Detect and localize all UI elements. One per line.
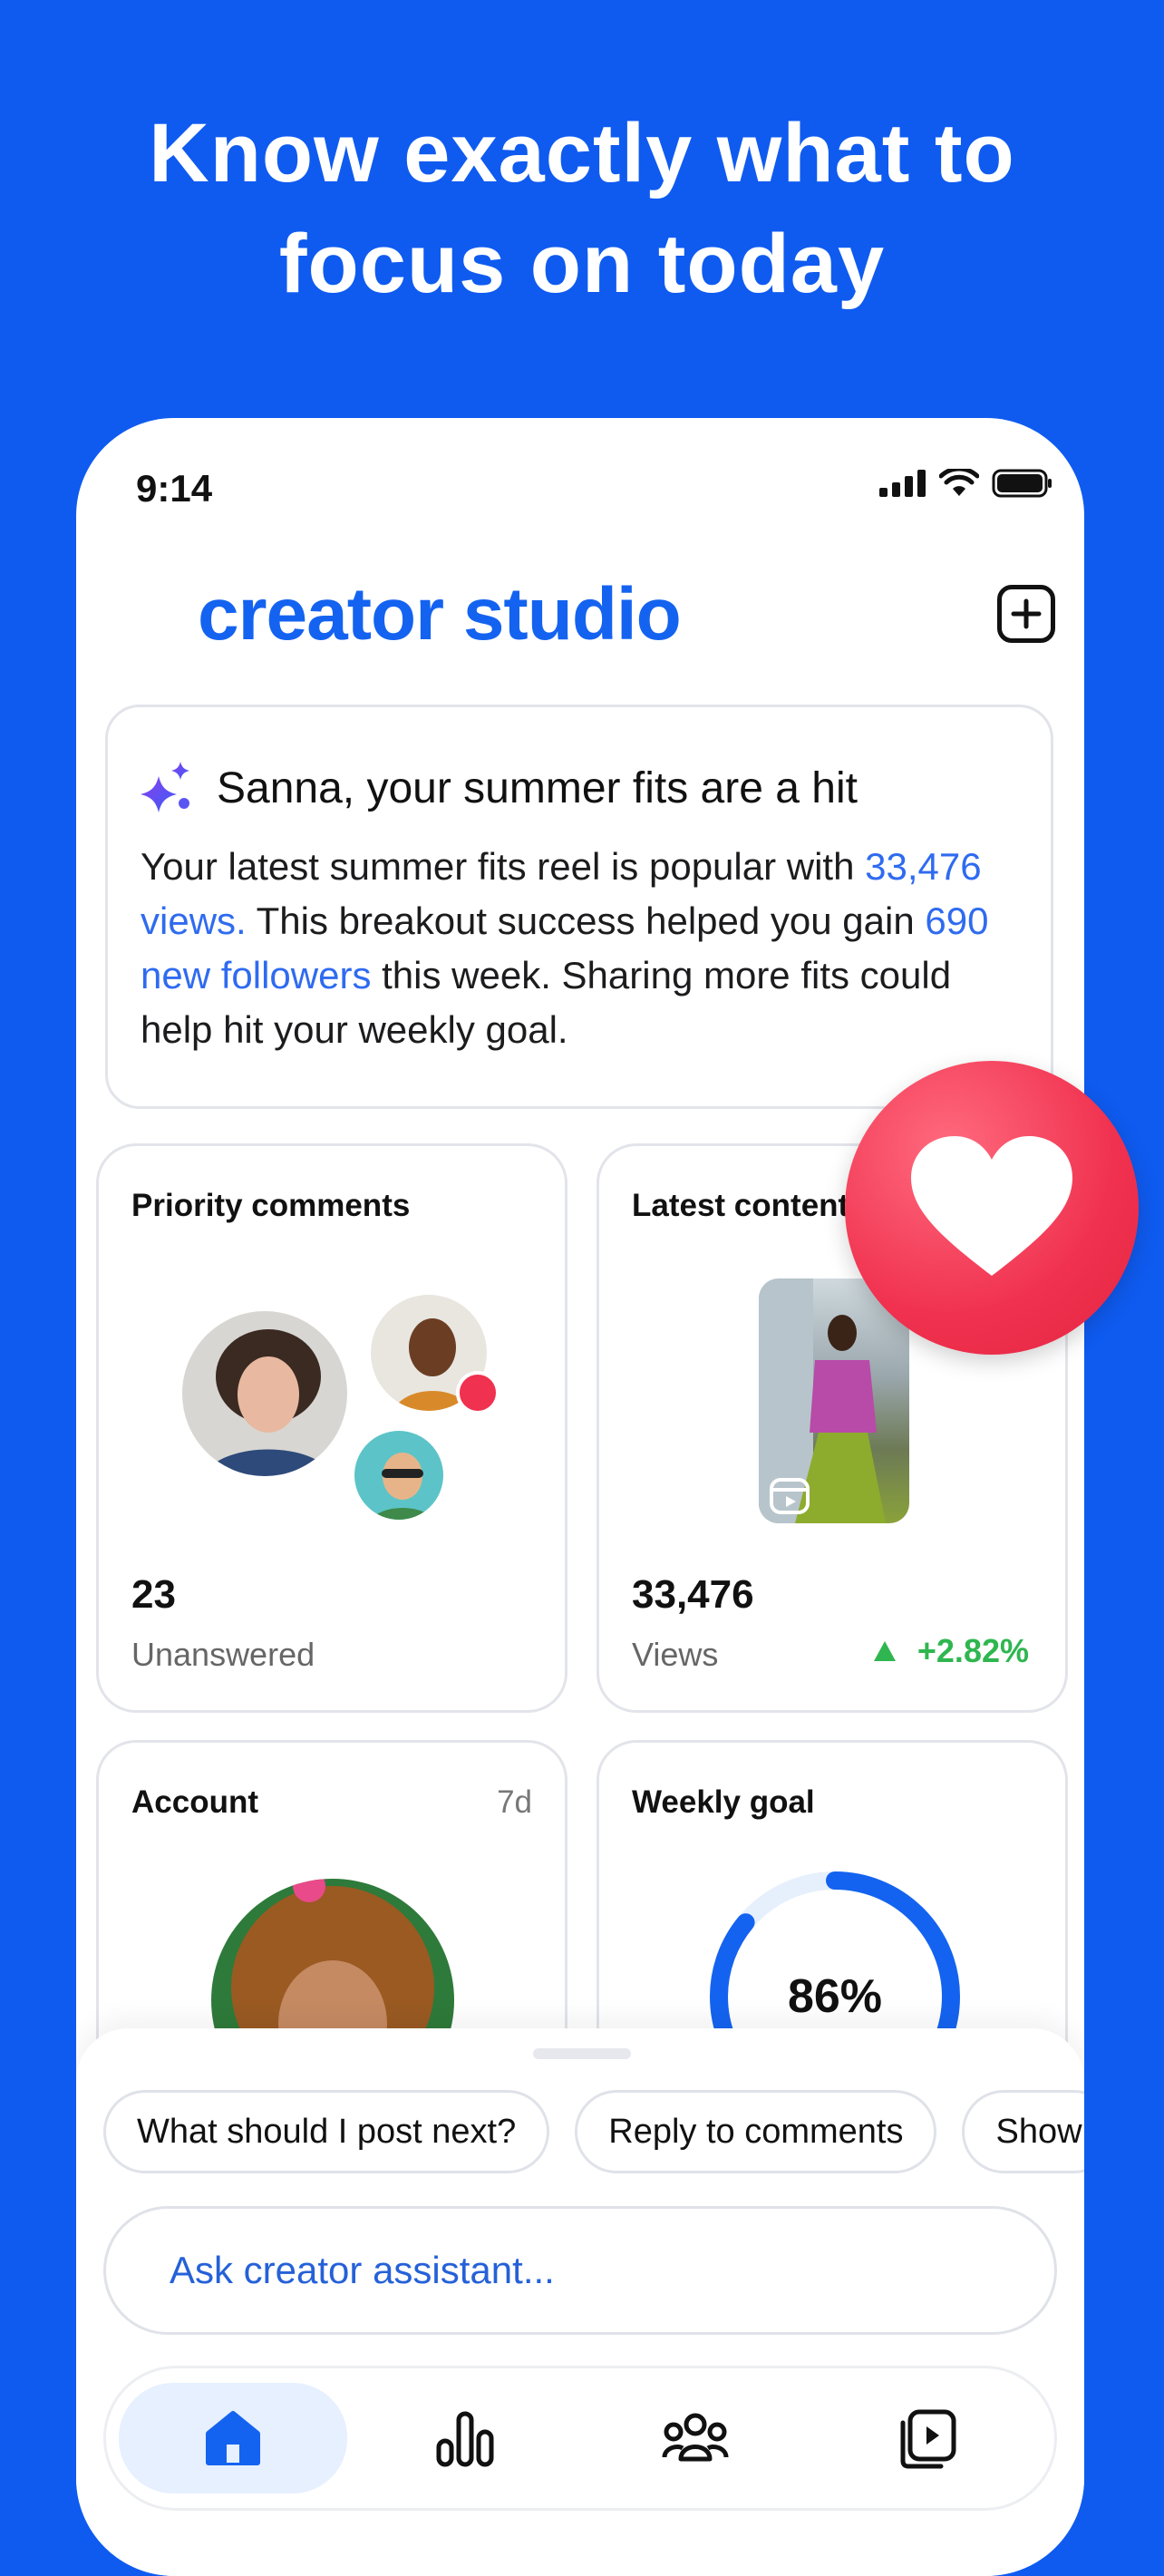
priority-comments-card[interactable]: Priority comments 23 Unanswered — [96, 1143, 567, 1713]
views-count: 33,476 — [632, 1572, 754, 1617]
people-icon — [662, 2413, 729, 2462]
suggestion-chip[interactable]: What should I post next? — [103, 2090, 550, 2173]
tab-insights[interactable] — [351, 2383, 579, 2493]
avatar — [351, 1427, 447, 1523]
insight-card[interactable]: Sanna, your summer fits are a hit Your l… — [105, 705, 1053, 1109]
marketing-headline: Know exactly what to focus on today — [0, 98, 1164, 319]
weekly-goal-percent: 86% — [787, 1970, 883, 2023]
app-title: creator studio — [198, 573, 682, 656]
battery-icon — [992, 469, 1052, 498]
card-title: Weekly goal — [632, 1784, 815, 1820]
status-time: 9:14 — [136, 467, 213, 510]
triangle-up-icon — [873, 1641, 896, 1661]
card-title: Priority comments — [131, 1188, 411, 1223]
reel-icon — [770, 1478, 810, 1514]
assistant-input[interactable]: Ask creator assistant... — [103, 2206, 1057, 2335]
home-icon — [206, 2411, 260, 2465]
views-delta: +2.82% — [872, 1632, 1029, 1670]
headline-line-2: focus on today — [278, 218, 886, 310]
unanswered-label: Unanswered — [131, 1636, 315, 1673]
wifi-icon — [939, 469, 979, 496]
views-label: Views — [632, 1636, 719, 1673]
suggestion-chips: What should I post next? Reply to commen… — [103, 2090, 1084, 2173]
sheet-handle[interactable] — [533, 2048, 631, 2059]
insight-text-2: This breakout success helped you gain — [246, 899, 926, 942]
video-library-icon — [900, 2409, 956, 2469]
avatar — [179, 1307, 351, 1480]
heart-badge-icon — [456, 1371, 500, 1414]
card-title: Account — [131, 1784, 258, 1820]
tab-content[interactable] — [813, 2383, 1042, 2493]
headline-line-1: Know exactly what to — [149, 107, 1015, 199]
status-bar: 9:14 — [76, 418, 1084, 554]
delta-value: +2.82% — [917, 1632, 1029, 1669]
heart-reaction-bubble — [845, 1061, 1139, 1355]
sparkle-icon — [141, 762, 189, 812]
reel-thumbnail[interactable] — [759, 1278, 909, 1523]
bar-chart-icon — [436, 2411, 494, 2467]
insight-body: Your latest summer fits reel is popular … — [141, 840, 1029, 1057]
suggestion-chip[interactable]: Reply to comments — [575, 2090, 937, 2173]
card-title: Latest content — [632, 1188, 849, 1223]
phone-screen: 9:14 creator studio Sanna, your summer f… — [76, 418, 1084, 2576]
plus-square-icon[interactable] — [997, 585, 1055, 643]
suggestion-chip[interactable]: Show — [962, 2090, 1084, 2173]
tab-bar — [103, 2366, 1057, 2511]
insight-title: Sanna, your summer fits are a hit — [217, 763, 858, 812]
heart-icon — [911, 1136, 1072, 1276]
tab-home[interactable] — [119, 2383, 347, 2493]
insight-text-1: Your latest summer fits reel is popular … — [141, 845, 866, 888]
period-label: 7d — [497, 1784, 532, 1820]
tab-community[interactable] — [581, 2383, 810, 2493]
unanswered-count: 23 — [131, 1572, 176, 1617]
assistant-sheet: What should I post next? Reply to commen… — [76, 2028, 1084, 2576]
signal-icon — [879, 470, 926, 497]
